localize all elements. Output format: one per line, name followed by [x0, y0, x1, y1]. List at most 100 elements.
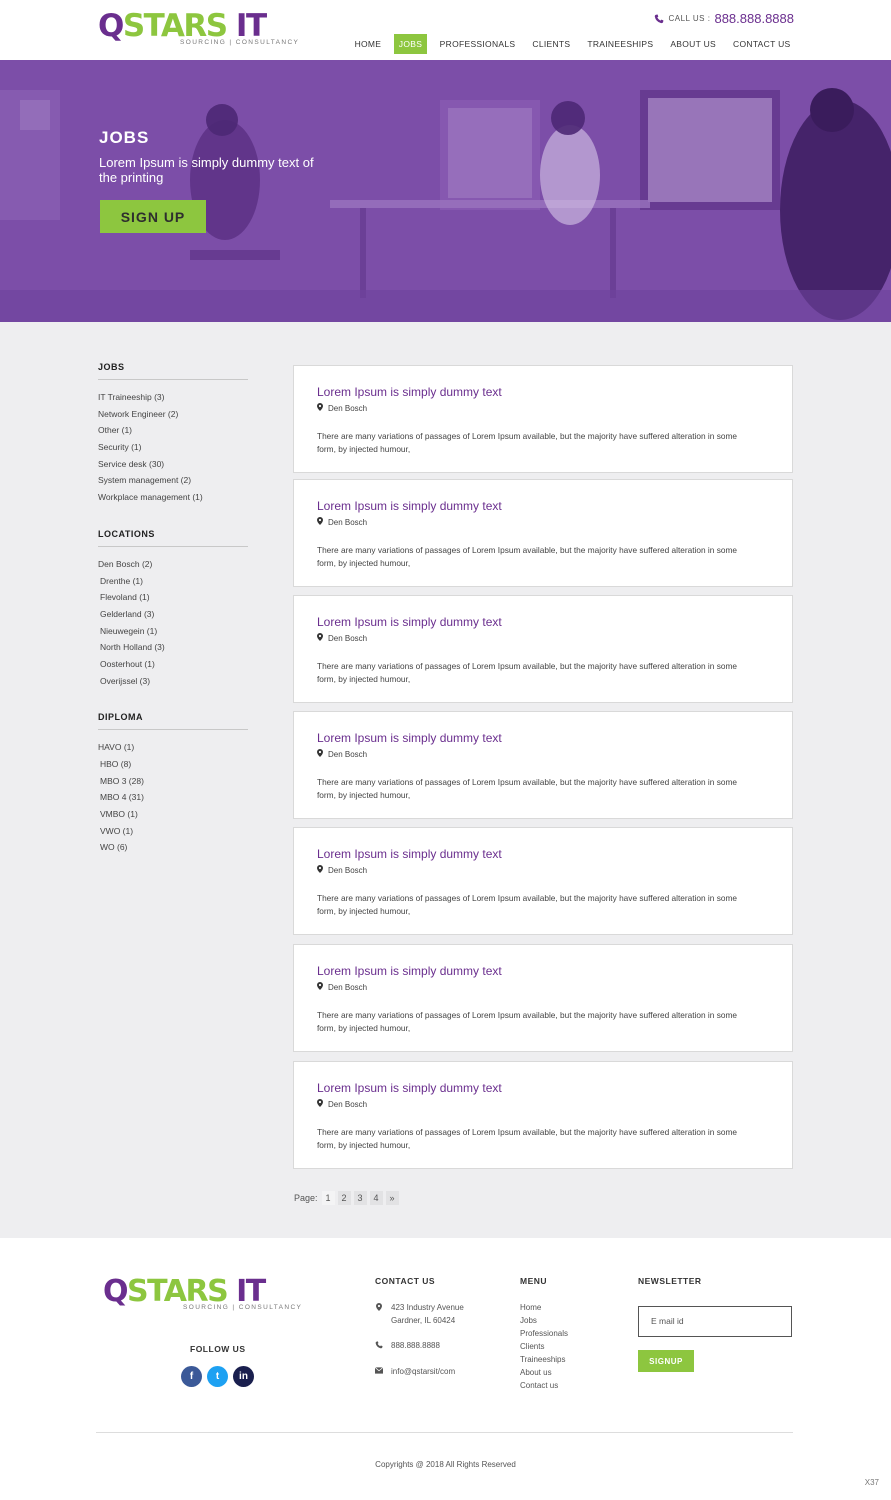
footer-menu-item[interactable]: Home — [520, 1301, 568, 1314]
job-description: There are many variations of passages of… — [317, 545, 737, 568]
nav-traineeships[interactable]: TRAINEESHIPS — [579, 34, 662, 54]
filter-diploma-item[interactable]: MBO 4 (31) — [98, 789, 248, 806]
filter-locations-item[interactable]: Nieuwegein (1) — [98, 623, 248, 640]
footer-menu-item[interactable]: About us — [520, 1366, 568, 1379]
filter-diploma-item[interactable]: WO (6) — [98, 839, 248, 856]
filter-locations-item[interactable]: Den Bosch (2) — [98, 556, 248, 573]
job-card[interactable]: Lorem Ipsum is simply dummy text Den Bosc… — [293, 479, 793, 587]
footer-logo[interactable]: QSTARS IT SOURCING | CONSULTANCY — [103, 1275, 318, 1314]
filter-diploma-item[interactable]: HBO (8) — [98, 756, 248, 773]
hero-title: JOBS — [99, 128, 150, 147]
copyright: Copyrights @ 2018 All Rights Reserved — [375, 1460, 516, 1469]
job-location-text: Den Bosch — [328, 749, 368, 759]
pagination-next[interactable]: » — [385, 1191, 399, 1205]
social-links: f t in — [181, 1366, 254, 1387]
filter-locations-item[interactable]: North Holland (3) — [98, 639, 248, 656]
filter-jobs-item[interactable]: System management (2) — [98, 472, 248, 489]
job-title[interactable]: Lorem Ipsum is simply dummy text — [317, 964, 502, 978]
filter-diploma-item[interactable]: HAVO (1) — [98, 739, 248, 756]
footer-menu-item[interactable]: Clients — [520, 1340, 568, 1353]
filter-jobs-item[interactable]: IT Traineeship (3) — [98, 389, 248, 406]
nav-about-us[interactable]: ABOUT US — [662, 34, 725, 54]
filter-sidebar: JOBS IT Traineeship (3) Network Engineer … — [98, 362, 248, 856]
footer-menu: Home Jobs Professionals Clients Traineeships… — [520, 1301, 568, 1392]
filter-locations-list: Den Bosch (2) Drenthe (1) Flevoland (1) Gel… — [98, 556, 248, 690]
location-pin-icon — [375, 1301, 383, 1327]
job-card[interactable]: Lorem Ipsum is simply dummy text Den Bosc… — [293, 711, 793, 819]
location-pin-icon — [317, 982, 323, 992]
filter-jobs-heading: JOBS — [98, 362, 248, 380]
sign-up-button[interactable]: SIGN UP — [100, 200, 206, 233]
job-card[interactable]: Lorem Ipsum is simply dummy text Den Bosc… — [293, 595, 793, 703]
newsletter-email-input[interactable]: E mail id — [638, 1306, 792, 1337]
linkedin-icon[interactable]: in — [233, 1366, 254, 1387]
newsletter-heading: NEWSLETTER — [638, 1276, 702, 1286]
filter-locations-item[interactable]: Gelderland (3) — [98, 606, 248, 623]
filter-jobs-item[interactable]: Other (1) — [98, 422, 248, 439]
filter-diploma-item[interactable]: VMBO (1) — [98, 806, 248, 823]
logo-q: Q — [98, 8, 124, 44]
address-line-2: Gardner, IL 60424 — [391, 1316, 456, 1325]
job-location: Den Bosch — [317, 1099, 367, 1109]
filter-jobs-list: IT Traineeship (3) Network Engineer (2) Ot… — [98, 389, 248, 506]
filter-locations-item[interactable]: Flevoland (1) — [98, 589, 248, 606]
footer-menu-item[interactable]: Traineeships — [520, 1353, 568, 1366]
filter-diploma-item[interactable]: VWO (1) — [98, 823, 248, 840]
filter-locations-item[interactable]: Oosterhout (1) — [98, 656, 248, 673]
job-location: Den Bosch — [317, 749, 367, 759]
footer-phone[interactable]: 888.888.8888 — [375, 1339, 440, 1352]
filter-locations-item[interactable]: Overijssel (3) — [98, 673, 248, 690]
footer-menu-item[interactable]: Professionals — [520, 1327, 568, 1340]
job-title[interactable]: Lorem Ipsum is simply dummy text — [317, 385, 502, 399]
footer-email-address: info@qstarsit/com — [391, 1367, 456, 1376]
filter-jobs-item[interactable]: Service desk (30) — [98, 456, 248, 473]
filter-locations-item[interactable]: Drenthe (1) — [98, 573, 248, 590]
phone-icon — [655, 14, 664, 23]
job-location: Den Bosch — [317, 403, 367, 413]
pagination-page[interactable]: 3 — [353, 1191, 367, 1205]
address-line-1: 423 Industry Avenue — [391, 1303, 464, 1312]
hero-banner: JOBS Lorem Ipsum is simply dummy text of… — [0, 60, 891, 322]
nav-contact-us[interactable]: CONTACT US — [725, 34, 799, 54]
twitter-icon[interactable]: t — [207, 1366, 228, 1387]
pagination-page[interactable]: 4 — [369, 1191, 383, 1205]
footer-phone-number: 888.888.8888 — [391, 1341, 440, 1350]
location-pin-icon — [317, 403, 323, 413]
pagination-page[interactable]: 2 — [337, 1191, 351, 1205]
job-card[interactable]: Lorem Ipsum is simply dummy text Den Bosc… — [293, 365, 793, 473]
hero-subtitle: Lorem Ipsum is simply dummy text of the … — [99, 155, 314, 185]
job-card[interactable]: Lorem Ipsum is simply dummy text Den Bosc… — [293, 1061, 793, 1169]
site-logo[interactable]: QSTARS IT SOURCING | CONSULTANCY — [98, 8, 320, 48]
follow-us-heading: FOLLOW US — [190, 1344, 246, 1354]
facebook-icon[interactable]: f — [181, 1366, 202, 1387]
filter-jobs-item[interactable]: Security (1) — [98, 439, 248, 456]
call-us[interactable]: CALL US : 888.888.8888 — [654, 11, 794, 26]
filter-jobs-item[interactable]: Workplace management (1) — [98, 489, 248, 506]
job-location: Den Bosch — [317, 865, 367, 875]
job-card[interactable]: Lorem Ipsum is simply dummy text Den Bosc… — [293, 827, 793, 935]
footer-menu-item[interactable]: Jobs — [520, 1314, 568, 1327]
nav-home[interactable]: HOME — [346, 34, 390, 54]
hero-office-image — [0, 60, 891, 322]
filter-diploma-item[interactable]: MBO 3 (28) — [98, 773, 248, 790]
job-description: There are many variations of passages of… — [317, 893, 737, 916]
nav-jobs[interactable]: JOBS — [393, 34, 428, 54]
job-title[interactable]: Lorem Ipsum is simply dummy text — [317, 1081, 502, 1095]
job-title[interactable]: Lorem Ipsum is simply dummy text — [317, 731, 502, 745]
pagination-page[interactable]: 1 — [321, 1191, 335, 1205]
location-pin-icon — [317, 633, 323, 643]
footer-menu-item[interactable]: Contact us — [520, 1379, 568, 1392]
corner-label: X37 — [864, 1478, 879, 1487]
site-footer: QSTARS IT SOURCING | CONSULTANCY FOLLOW … — [0, 1238, 891, 1500]
nav-clients[interactable]: CLIENTS — [524, 34, 579, 54]
filter-diploma-list: HAVO (1) HBO (8) MBO 3 (28) MBO 4 (31) VMBO … — [98, 739, 248, 856]
newsletter-signup-button[interactable]: SIGNUP — [638, 1350, 694, 1372]
filter-jobs-item[interactable]: Network Engineer (2) — [98, 406, 248, 423]
job-title[interactable]: Lorem Ipsum is simply dummy text — [317, 615, 502, 629]
job-title[interactable]: Lorem Ipsum is simply dummy text — [317, 847, 502, 861]
nav-professionals[interactable]: PROFESSIONALS — [431, 34, 524, 54]
job-card[interactable]: Lorem Ipsum is simply dummy text Den Bosc… — [293, 944, 793, 1052]
call-us-number[interactable]: 888.888.8888 — [714, 11, 794, 26]
job-title[interactable]: Lorem Ipsum is simply dummy text — [317, 499, 502, 513]
footer-email[interactable]: info@qstarsit/com — [375, 1365, 455, 1378]
